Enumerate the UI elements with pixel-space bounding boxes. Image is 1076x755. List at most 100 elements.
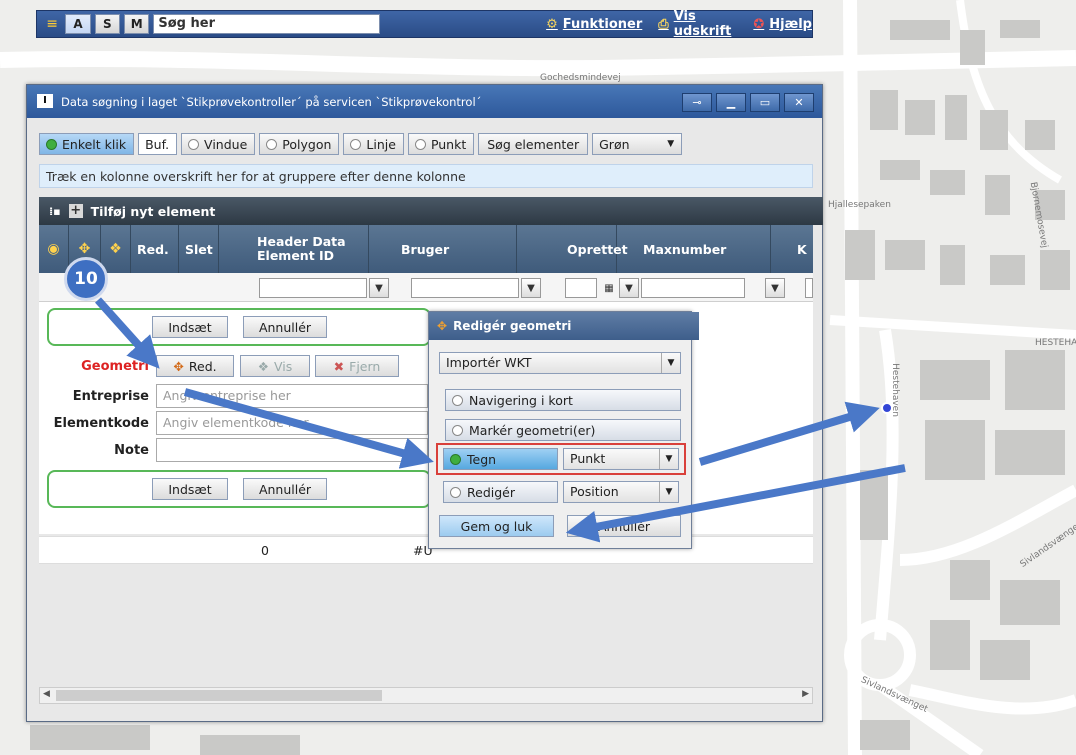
help-lifebuoy-icon: ✪ [753,16,765,32]
geometry-edit-label: Red. [188,358,217,374]
cell-header-id: 0 [261,543,269,558]
cancel-button[interactable]: Annullér [243,478,327,500]
column-user[interactable]: Bruger [369,225,517,273]
radio-icon [452,394,463,406]
street-label: Hjallesepaken [828,200,891,210]
geometry-show-icon[interactable]: ❖ [101,225,131,273]
mode-button-m[interactable]: M [124,14,150,34]
buffer-input[interactable]: Buf. [138,133,178,155]
geometry-remove-button[interactable]: ✖ Fjern [315,355,399,377]
chevron-down-icon: ▼ [661,353,680,373]
add-element-button[interactable]: Tilføj nyt element [91,204,216,219]
pin-icon[interactable]: ⊸ [682,93,712,112]
filter-input[interactable] [411,278,519,298]
search-elements-button[interactable]: Søg elementer [478,133,589,155]
table-row[interactable]: 0 #U [39,536,813,564]
search-input[interactable]: Søg her [153,14,381,34]
window-button[interactable]: Vindue [181,133,256,155]
filter-input[interactable] [259,278,367,298]
maximize-icon[interactable]: ▭ [750,93,780,112]
close-icon[interactable]: ✕ [784,93,814,112]
column-delete[interactable]: Slet [179,225,219,273]
save-close-button[interactable]: Gem og luk [439,515,554,537]
geometry-edit-button[interactable]: ✥ Red. [156,355,234,377]
chevron-down-icon: ▼ [659,482,678,502]
add-icon[interactable]: + [68,204,83,218]
calendar-icon[interactable]: ▦ [599,278,619,298]
insert-button[interactable]: Indsæt [152,478,228,500]
top-toolbar: ≡ A S M Søg her ⚙ Funktioner ⎙ Vis udskr… [36,9,813,39]
column-maxnumber[interactable]: Maxnumber [617,225,771,273]
window-label: Vindue [204,136,248,152]
print-label: Vis udskrift [673,9,732,39]
geometry-edit-icon: ✥ [437,319,448,333]
elementcode-field[interactable]: Angiv elementkode her [156,411,428,435]
color-value: Grøn [599,136,630,152]
grid-menu-icon[interactable]: ⁞▪ [49,205,61,218]
edit-option[interactable]: Redigér [443,481,558,503]
column-edit[interactable]: Red. [131,225,179,273]
popup-titlebar[interactable]: ✥ Redigér geometri [429,312,699,340]
note-field[interactable] [156,438,428,462]
street-label: Hestehaven [889,363,900,417]
mode-button-s[interactable]: S [94,14,121,34]
globe-icon[interactable]: ◉ [39,225,69,273]
filter-icon[interactable]: ▼ [619,278,639,298]
layers-icon[interactable]: ≡ [43,15,61,33]
step-badge: 10 [64,257,108,301]
edit-type-value: Position [570,484,619,499]
dialog-titlebar[interactable]: I Data søgning i laget `Stikprøvekontrol… [27,85,822,118]
geometry-show-button[interactable]: ❖ Vis [240,355,310,377]
radio-icon [188,138,200,150]
color-select[interactable]: Grøn ▼ [592,133,683,155]
horizontal-scrollbar[interactable]: ◀ ▶ [39,687,813,704]
button-group-bottom: Indsæt Annullér [47,470,431,508]
edit-label: Redigér [467,484,515,500]
polygon-button[interactable]: Polygon [259,133,340,155]
functions-menu[interactable]: ⚙ Funktioner [546,17,642,32]
column-created[interactable]: Oprettet [517,225,628,273]
filter-icon[interactable]: ▼ [521,278,541,298]
mode-button-a[interactable]: A [65,14,91,34]
import-wkt-value: Importér WKT [446,355,532,370]
gear-icon: ⚙ [546,16,558,32]
help-link[interactable]: ✪ Hjælp [753,17,812,32]
entreprise-field[interactable]: Angiv entreprise her [156,384,428,408]
scrollbar-thumb[interactable] [56,690,382,701]
group-by-hint[interactable]: Træk en kolonne overskrift her for at gr… [39,164,813,188]
scroll-right-icon[interactable]: ▶ [802,689,809,699]
edit-geometry-popup: ✥ Redigér geometri Importér WKT ▼ Navige… [428,311,699,549]
print-icon: ⎙ [658,16,669,32]
filter-input[interactable] [805,278,813,298]
app-icon: I [37,94,53,108]
data-search-dialog: I Data søgning i laget `Stikprøvekontrol… [26,84,823,722]
point-button[interactable]: Punkt [407,133,475,155]
chevron-down-icon: ▼ [667,139,675,149]
single-click-button[interactable]: Enkelt klik [39,133,135,155]
radio-icon [414,138,426,150]
scroll-left-icon[interactable]: ◀ [43,689,50,699]
minimize-icon[interactable]: ▁ [716,93,746,112]
cancel-button[interactable]: Annullér [243,316,327,338]
insert-button[interactable]: Indsæt [152,316,228,338]
filter-icon[interactable]: ▼ [369,278,389,298]
elementcode-label: Elementkode [53,416,149,431]
remove-icon: ✖ [333,358,345,374]
select-geometry-option[interactable]: Markér geometri(er) [445,419,681,441]
filter-row: ▼ ▼ ▦ ▼ ▼ [39,273,813,302]
filter-input[interactable] [641,278,745,298]
line-button[interactable]: Linje [343,133,404,155]
column-k[interactable]: K [771,225,813,273]
popup-cancel-button[interactable]: Annullér [567,515,681,537]
column-header-id[interactable]: Header Data Element ID [219,225,369,273]
geometry-show-icon: ❖ [257,358,269,374]
filter-input[interactable] [565,278,597,298]
entreprise-label: Entreprise [72,389,149,404]
edit-type-select[interactable]: Position ▼ [563,481,679,503]
filter-icon[interactable]: ▼ [765,278,785,298]
navigate-map-option[interactable]: Navigering i kort [445,389,681,411]
street-label: HESTEHA [1035,338,1076,348]
highlight-box [436,443,686,475]
print-link[interactable]: ⎙ Vis udskrift [658,9,741,39]
import-wkt-select[interactable]: Importér WKT ▼ [439,352,681,374]
